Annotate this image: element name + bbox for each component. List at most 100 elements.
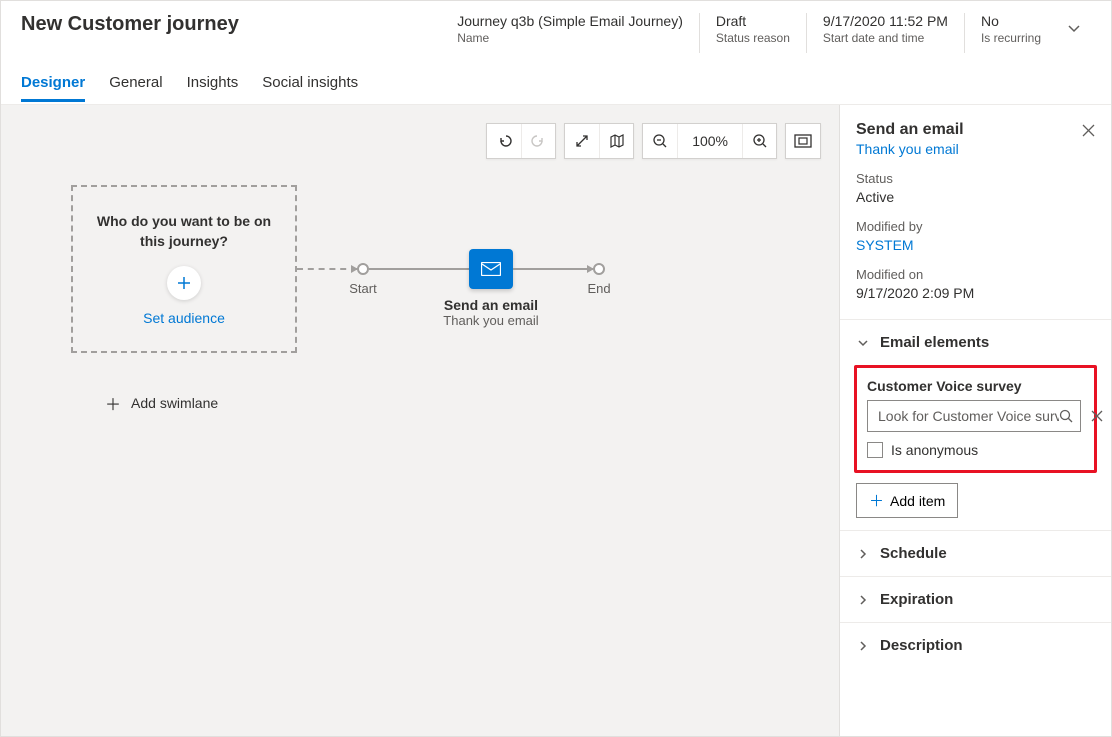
toolbar-group-history — [486, 123, 556, 159]
start-node[interactable]: Start — [357, 263, 369, 275]
plus-icon: ＋ — [869, 490, 884, 511]
chevron-down-icon — [856, 337, 870, 349]
connector-dashed — [297, 268, 357, 270]
anonymous-checkbox-row: Is anonymous — [867, 442, 1084, 458]
survey-input[interactable] — [878, 408, 1059, 424]
section-body-email-elements: Customer Voice survey — [840, 365, 1111, 530]
panel-subtitle: Thank you email — [840, 139, 1111, 157]
end-label: End — [587, 281, 610, 296]
email-labels: Send an email Thank you email — [411, 297, 571, 328]
customer-voice-highlight: Customer Voice survey — [854, 365, 1097, 473]
undo-icon — [496, 133, 512, 149]
panel-meta: Status Active Modified by SYSTEM Modifie… — [840, 157, 1111, 319]
panel-header: Send an email — [840, 105, 1111, 139]
section-schedule: Schedule — [840, 530, 1111, 576]
header-field-value: 9/17/2020 11:52 PM — [823, 13, 948, 29]
header-field-name[interactable]: Journey q3b (Simple Email Journey) Name — [441, 13, 699, 53]
panel-title: Send an email — [856, 121, 964, 139]
zoom-out-button[interactable] — [643, 124, 677, 158]
survey-field-label: Customer Voice survey — [867, 378, 1084, 394]
zoom-in-button[interactable] — [742, 124, 776, 158]
meta-value: 9/17/2020 2:09 PM — [856, 285, 1095, 301]
page-title: New Customer journey — [21, 13, 239, 36]
panel-close-button[interactable] — [1082, 124, 1095, 137]
meta-modified-on: Modified on 9/17/2020 2:09 PM — [856, 267, 1095, 301]
zoom-level[interactable]: 100% — [677, 124, 742, 158]
add-item-label: Add item — [890, 493, 945, 509]
add-audience-button[interactable] — [167, 266, 201, 300]
header-field-recurring[interactable]: No Is recurring — [964, 13, 1057, 53]
fit-to-screen-button[interactable] — [786, 124, 820, 158]
anonymous-checkbox[interactable] — [867, 442, 883, 458]
survey-lookup-row — [867, 400, 1084, 432]
section-header-email-elements[interactable]: Email elements — [840, 320, 1111, 365]
page-header: New Customer journey Journey q3b (Simple… — [1, 1, 1111, 61]
header-field-value: Draft — [716, 13, 790, 29]
meta-value: Active — [856, 189, 1095, 205]
header-field-value: Journey q3b (Simple Email Journey) — [457, 13, 683, 29]
section-header-description[interactable]: Description — [840, 623, 1111, 668]
zoom-in-icon — [752, 133, 768, 149]
tab-general[interactable]: General — [109, 64, 162, 102]
section-header-schedule[interactable]: Schedule — [840, 531, 1111, 576]
fit-screen-icon — [794, 134, 812, 148]
meta-label: Modified on — [856, 267, 1095, 282]
meta-value-link[interactable]: SYSTEM — [856, 237, 1095, 253]
email-icon — [481, 262, 501, 276]
body: 100% Who do you want to be on this journ… — [1, 105, 1111, 736]
header-field-start[interactable]: 9/17/2020 11:52 PM Start date and time — [806, 13, 964, 53]
chevron-right-icon — [856, 594, 870, 606]
tab-bar: Designer General Insights Social insight… — [1, 61, 1111, 105]
section-title: Email elements — [880, 334, 989, 351]
add-item-button[interactable]: ＋ Add item — [856, 483, 958, 518]
set-audience-link[interactable]: Set audience — [143, 310, 225, 326]
redo-button[interactable] — [521, 124, 555, 158]
connector-solid — [513, 268, 593, 270]
zoom-out-icon — [652, 133, 668, 149]
email-node-subtitle: Thank you email — [411, 313, 571, 328]
fullscreen-button[interactable] — [565, 124, 599, 158]
search-icon[interactable] — [1059, 409, 1074, 424]
email-link[interactable]: Thank you email — [856, 141, 959, 157]
header-field-label: Name — [457, 31, 683, 45]
map-icon — [609, 133, 625, 149]
end-node[interactable]: End — [593, 263, 605, 275]
audience-question: Who do you want to be on this journey? — [89, 212, 279, 251]
header-expand-button[interactable] — [1057, 13, 1091, 35]
email-node-title: Send an email — [411, 297, 571, 313]
chevron-down-icon — [1067, 21, 1081, 35]
email-node[interactable]: Send an email Thank you email — [469, 249, 513, 289]
properties-panel: Send an email Thank you email Status Act… — [839, 105, 1111, 736]
header-field-value: No — [981, 13, 1041, 29]
clear-survey-button[interactable] — [1091, 410, 1103, 422]
header-fields: Journey q3b (Simple Email Journey) Name … — [441, 13, 1091, 53]
toolbar-group-view — [564, 123, 634, 159]
section-title: Description — [880, 637, 963, 654]
add-swimlane-button[interactable]: ＋ Add swimlane — [105, 391, 218, 415]
node-dot-icon — [593, 263, 605, 275]
section-title: Schedule — [880, 545, 947, 562]
tab-designer[interactable]: Designer — [21, 64, 85, 102]
designer-canvas[interactable]: 100% Who do you want to be on this journ… — [1, 105, 839, 736]
journey-flow: Who do you want to be on this journey? S… — [71, 185, 605, 353]
undo-button[interactable] — [487, 124, 521, 158]
survey-lookup[interactable] — [867, 400, 1081, 432]
header-field-label: Status reason — [716, 31, 790, 45]
minimap-button[interactable] — [599, 124, 633, 158]
toolbar-group-zoom: 100% — [642, 123, 777, 159]
node-dot-icon — [357, 263, 369, 275]
close-icon — [1082, 124, 1095, 137]
audience-placeholder[interactable]: Who do you want to be on this journey? S… — [71, 185, 297, 353]
tab-social-insights[interactable]: Social insights — [262, 64, 358, 102]
email-tile — [469, 249, 513, 289]
section-title: Expiration — [880, 591, 953, 608]
tab-insights[interactable]: Insights — [187, 64, 239, 102]
header-field-status[interactable]: Draft Status reason — [699, 13, 806, 53]
section-header-expiration[interactable]: Expiration — [840, 577, 1111, 622]
zoom-percent: 100% — [686, 133, 734, 149]
start-label: Start — [349, 281, 376, 296]
header-field-label: Start date and time — [823, 31, 948, 45]
meta-label: Status — [856, 171, 1095, 186]
meta-status: Status Active — [856, 171, 1095, 205]
redo-icon — [531, 133, 547, 149]
